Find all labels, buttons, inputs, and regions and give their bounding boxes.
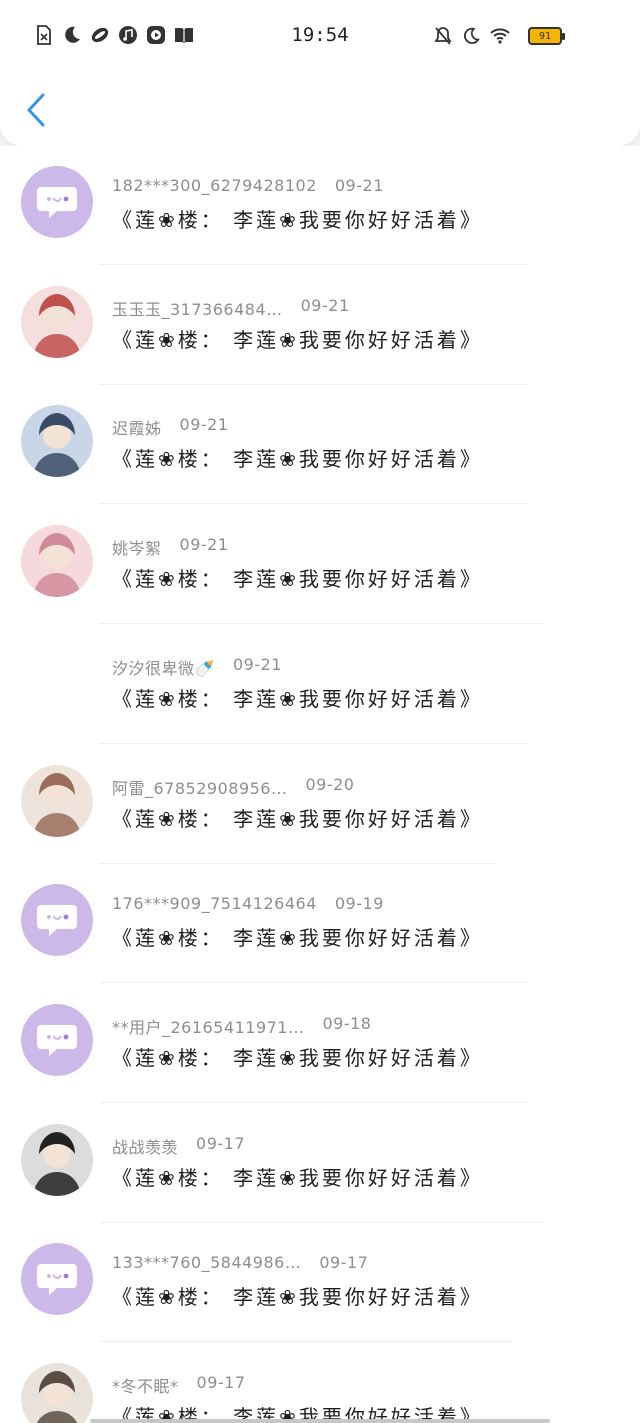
comment-date: 09-18 (322, 1013, 372, 1033)
default-avatar[interactable] (21, 1243, 93, 1316)
comment-meta: 玉玉玉_317366484… 09-21 (112, 296, 350, 320)
username[interactable]: 迟霞姊 (112, 415, 162, 439)
comment-date: 09-21 (300, 295, 350, 315)
chevron-left-icon (27, 93, 45, 127)
user-avatar[interactable] (21, 525, 93, 598)
comment-item[interactable]: 玉玉玉_317366484… 09-21 《莲❀楼： 李莲❀我要你好好活着》 (0, 266, 640, 386)
username[interactable]: 176***909_7514126464 (112, 894, 317, 913)
user-avatar[interactable] (21, 1123, 93, 1196)
comment-text: 《莲❀楼： 李莲❀我要你好好活着》 (112, 1045, 483, 1070)
username[interactable]: 汐汐很卑微🍼 (112, 655, 215, 679)
comment-item[interactable]: 182***300_6279428102 09-21 《莲❀楼： 李莲❀我要你好好活… (0, 146, 640, 266)
comment-meta: 姚岑絮 09-21 (112, 535, 229, 559)
battery-icon: 91 (528, 27, 565, 45)
comment-item[interactable]: 133***760_5844986… 09-17 《莲❀楼： 李莲❀我要你好好活着》 (0, 1223, 640, 1343)
comment-meta: 182***300_6279428102 09-21 (112, 176, 384, 195)
comment-list: 182***300_6279428102 09-21 《莲❀楼： 李莲❀我要你好好活… (0, 146, 640, 1423)
username[interactable]: 133***760_5844986… (112, 1253, 301, 1272)
comment-meta: *冬不眠* 09-17 (112, 1373, 246, 1397)
comment-date: 09-20 (305, 774, 355, 794)
username[interactable]: *冬不眠* (112, 1373, 179, 1397)
comment-date: 09-17 (196, 1373, 246, 1392)
username[interactable]: **用户_26165411971… (112, 1014, 304, 1038)
comment-text: 《莲❀楼： 李莲❀我要你好好活着》 (112, 686, 483, 711)
bell-off-icon (434, 26, 452, 50)
comment-item[interactable]: 迟霞姊 09-21 《莲❀楼： 李莲❀我要你好好活着》 (0, 385, 640, 505)
comment-date: 09-21 (334, 176, 384, 195)
username[interactable]: 姚岑絮 (112, 535, 162, 559)
username[interactable]: 战战羡羡 (112, 1134, 178, 1158)
comment-date: 09-19 (334, 894, 384, 914)
comment-meta: 战战羡羡 09-17 (112, 1134, 245, 1158)
comment-meta: 176***909_7514126464 09-19 (112, 894, 384, 913)
comment-meta: 阿雷_67852908956… 09-20 (112, 775, 354, 799)
comment-date: 09-17 (196, 1133, 246, 1153)
comment-meta: 133***760_5844986… 09-17 (112, 1253, 368, 1272)
comment-date: 09-21 (179, 415, 229, 435)
comment-text: 《莲❀楼： 李莲❀我要你好好活着》 (112, 567, 483, 592)
comment-date: 09-21 (179, 535, 229, 555)
comment-meta: 汐汐很卑微🍼 09-21 (112, 655, 282, 679)
user-avatar[interactable] (21, 405, 93, 478)
user-avatar[interactable] (21, 1363, 93, 1423)
status-right-icons (434, 26, 510, 50)
comment-item[interactable]: **用户_26165411971… 09-18 《莲❀楼： 李莲❀我要你好好活着》 (0, 984, 640, 1104)
comment-text: 《莲❀楼： 李莲❀我要你好好活着》 (112, 1285, 483, 1310)
comment-item[interactable]: 姚岑絮 09-21 《莲❀楼： 李莲❀我要你好好活着》 (0, 505, 640, 625)
default-avatar[interactable] (21, 1003, 93, 1076)
comment-item[interactable]: *冬不眠* 09-17 《莲❀楼： 李莲❀我要你好好活着》 (0, 1343, 640, 1423)
moon-icon (462, 27, 480, 49)
user-avatar[interactable] (21, 285, 93, 358)
comment-item[interactable]: 战战羡羡 09-17 《莲❀楼： 李莲❀我要你好好活着》 (0, 1104, 640, 1224)
battery-level: 91 (538, 30, 552, 42)
top-bar: 19:54 91 (0, 0, 640, 146)
default-avatar[interactable] (21, 884, 93, 957)
comment-text: 《莲❀楼： 李莲❀我要你好好活着》 (112, 208, 483, 232)
username[interactable]: 阿雷_67852908956… (112, 775, 287, 799)
comment-text: 《莲❀楼： 李莲❀我要你好好活着》 (112, 1165, 483, 1190)
wifi-icon (490, 28, 510, 48)
comment-item[interactable]: 阿雷_67852908956… 09-20 《莲❀楼： 李莲❀我要你好好活着》 (0, 745, 640, 865)
comment-item[interactable]: 176***909_7514126464 09-19 《莲❀楼： 李莲❀我要你好好活… (0, 864, 640, 984)
default-avatar[interactable] (21, 166, 93, 238)
comment-text: 《莲❀楼： 李莲❀我要你好好活着》 (112, 806, 483, 831)
comment-meta: 迟霞姊 09-21 (112, 415, 229, 439)
comment-date: 09-21 (232, 654, 282, 674)
username[interactable]: 182***300_6279428102 (112, 176, 317, 195)
username[interactable]: 玉玉玉_317366484… (112, 296, 283, 320)
back-button[interactable] (18, 88, 54, 132)
comment-date: 09-17 (319, 1253, 369, 1273)
home-indicator (90, 1419, 550, 1423)
comment-text: 《莲❀楼： 李莲❀我要你好好活着》 (112, 447, 483, 472)
user-avatar[interactable] (21, 764, 93, 837)
comment-meta: **用户_26165411971… 09-18 (112, 1014, 371, 1038)
comment-item[interactable]: 汐汐很卑微🍼 09-21 《莲❀楼： 李莲❀我要你好好活着》 (0, 625, 640, 745)
comment-text: 《莲❀楼： 李莲❀我要你好好活着》 (112, 327, 483, 352)
comment-text: 《莲❀楼： 李莲❀我要你好好活着》 (112, 926, 483, 951)
